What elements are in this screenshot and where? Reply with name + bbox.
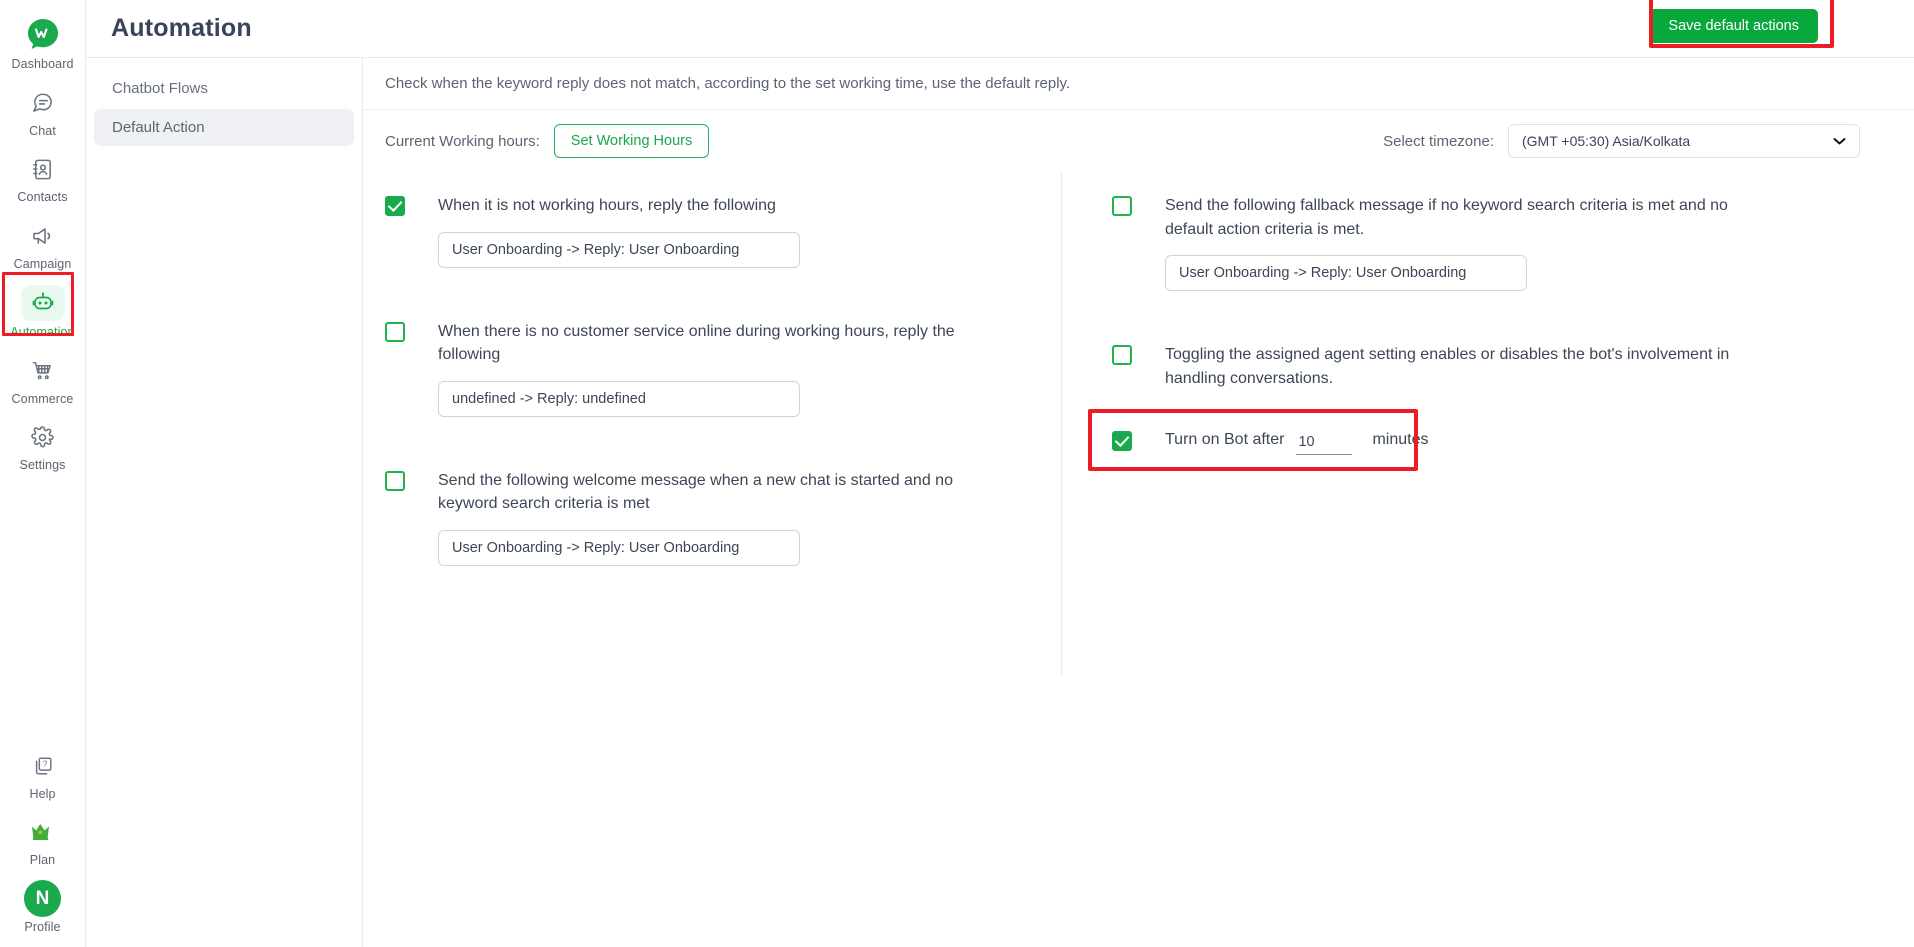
reply-field-welcome-message[interactable]: User Onboarding -> Reply: User Onboardin… xyxy=(438,529,800,566)
sidebar-item-campaign[interactable]: Campaign xyxy=(0,210,85,277)
avatar-icon: N xyxy=(22,880,64,917)
chevron-down-icon xyxy=(1833,134,1846,149)
left-options-column: When it is not working hours, reply the … xyxy=(385,172,1053,947)
sidebar-item-plan[interactable]: Plan xyxy=(0,806,85,873)
bot-delay-minutes-input[interactable] xyxy=(1296,432,1353,456)
working-hours-label: Current Working hours: xyxy=(385,132,540,150)
reply-field-not-working-hours[interactable]: User Onboarding -> Reply: User Onboardin… xyxy=(438,231,800,268)
option-not-working-hours: When it is not working hours, reply the … xyxy=(385,194,1053,268)
contacts-book-icon xyxy=(22,152,64,186)
option-body: Toggling the assigned agent setting enab… xyxy=(1165,343,1765,390)
checkbox-not-working-hours[interactable] xyxy=(385,196,405,216)
reply-field-no-agent-online[interactable]: undefined -> Reply: undefined xyxy=(438,380,800,417)
page-title: Automation xyxy=(111,14,252,42)
sidebar-item-label: Profile xyxy=(24,919,61,934)
sidebar-item-label: Automation xyxy=(10,325,75,339)
timezone-select[interactable]: (GMT +05:30) Asia/Kolkata xyxy=(1508,124,1860,158)
sidebar-item-contacts[interactable]: Contacts xyxy=(0,143,85,210)
minutes-suffix-label: minutes xyxy=(1372,430,1429,448)
option-body: When there is no customer service online… xyxy=(438,320,998,417)
option-no-agent-online: When there is no customer service online… xyxy=(385,320,1053,417)
sidebar-item-label: Commerce xyxy=(11,391,74,406)
set-working-hours-button[interactable]: Set Working Hours xyxy=(553,124,710,158)
sidebar-item-label: Contacts xyxy=(17,190,68,204)
option-label: Send the following fallback message if n… xyxy=(1165,197,1728,238)
checkbox-no-agent-online[interactable] xyxy=(385,321,405,342)
rail-bottom-group: ? Help Plan N Profile xyxy=(0,740,85,947)
right-options-column: Send the following fallback message if n… xyxy=(1061,172,1914,675)
timezone-group: Select timezone: (GMT +05:30) Asia/Kolka… xyxy=(1383,124,1892,158)
sidebar-item-label: Campaign xyxy=(13,256,72,271)
options-columns: When it is not working hours, reply the … xyxy=(363,172,1914,947)
option-body: Send the following fallback message if n… xyxy=(1165,194,1765,292)
sidebar-item-label: Plan xyxy=(29,853,56,867)
sidebar-item-label: Dashboard xyxy=(11,57,74,71)
crown-icon xyxy=(22,815,64,849)
sidebar-item-chat[interactable]: Chat xyxy=(0,77,85,144)
svg-text:?: ? xyxy=(42,759,47,768)
rail-top-group: Dashboard Chat Contacts Campaign Automat… xyxy=(0,0,85,478)
sidebar-item-commerce[interactable]: Commerce xyxy=(0,345,85,412)
option-label: Toggling the assigned agent setting enab… xyxy=(1165,346,1730,387)
option-label: When there is no customer service online… xyxy=(438,322,955,364)
sidebar-item-dashboard[interactable]: Dashboard xyxy=(0,6,85,77)
subnav-item-chatbot-flows[interactable]: Chatbot Flows xyxy=(94,70,354,107)
option-assigned-agent-toggle: Toggling the assigned agent setting enab… xyxy=(1112,343,1914,390)
save-default-actions-button[interactable]: Save default actions xyxy=(1649,9,1818,43)
checkbox-fallback-message[interactable] xyxy=(1112,196,1132,216)
sidebar-item-label: Chat xyxy=(29,123,56,138)
avatar: N xyxy=(24,880,61,917)
notice-text: Check when the keyword reply does not ma… xyxy=(363,58,1914,110)
sidebar-item-label: Settings xyxy=(19,458,66,472)
turn-on-bot-label: Turn on Bot after xyxy=(1165,430,1285,448)
primary-nav-rail: Dashboard Chat Contacts Campaign Automat… xyxy=(0,0,86,947)
checkbox-assigned-agent-toggle[interactable] xyxy=(1112,345,1132,366)
chat-icon xyxy=(22,86,64,120)
sidebar-item-automation[interactable]: Automation xyxy=(0,272,85,345)
megaphone-icon xyxy=(22,219,64,253)
sidebar-item-profile[interactable]: N Profile xyxy=(0,873,85,940)
checkbox-welcome-message[interactable] xyxy=(385,470,405,491)
reply-field-fallback-message[interactable]: User Onboarding -> Reply: User Onboardin… xyxy=(1165,255,1527,292)
turn-on-bot-row: Turn on Bot after minutes xyxy=(1088,409,1914,472)
body-row: Chatbot Flows Default Action Check when … xyxy=(86,58,1914,947)
chat-bubble-logo-icon xyxy=(22,15,64,53)
app-root: Dashboard Chat Contacts Campaign Automat… xyxy=(0,0,1914,947)
subnav-item-default-action[interactable]: Default Action xyxy=(94,109,354,146)
help-question-icon: ? xyxy=(22,749,64,783)
content-area: Check when the keyword reply does not ma… xyxy=(363,58,1914,947)
gear-icon xyxy=(22,420,64,454)
shopping-cart-icon xyxy=(22,354,64,388)
working-hours-row: Current Working hours: Set Working Hours… xyxy=(363,110,1914,172)
timezone-label: Select timezone: xyxy=(1383,132,1494,150)
option-body: Send the following welcome message when … xyxy=(438,469,998,566)
robot-icon xyxy=(20,285,65,321)
secondary-nav: Chatbot Flows Default Action xyxy=(86,58,363,947)
sidebar-item-settings[interactable]: Settings xyxy=(0,411,85,478)
checkbox-turn-on-bot[interactable] xyxy=(1112,430,1132,451)
sidebar-item-label: Help xyxy=(29,786,56,801)
top-bar: Automation Save default actions xyxy=(86,0,1914,58)
option-label: When it is not working hours, reply the … xyxy=(438,197,776,214)
timezone-value: (GMT +05:30) Asia/Kolkata xyxy=(1522,133,1691,149)
option-welcome-message: Send the following welcome message when … xyxy=(385,469,1053,566)
option-label: Send the following welcome message when … xyxy=(438,471,953,513)
sidebar-item-help[interactable]: ? Help xyxy=(0,740,85,807)
main-pane: Automation Save default actions Chatbot … xyxy=(86,0,1914,947)
option-body: When it is not working hours, reply the … xyxy=(438,194,800,268)
option-fallback-message: Send the following fallback message if n… xyxy=(1112,194,1914,292)
